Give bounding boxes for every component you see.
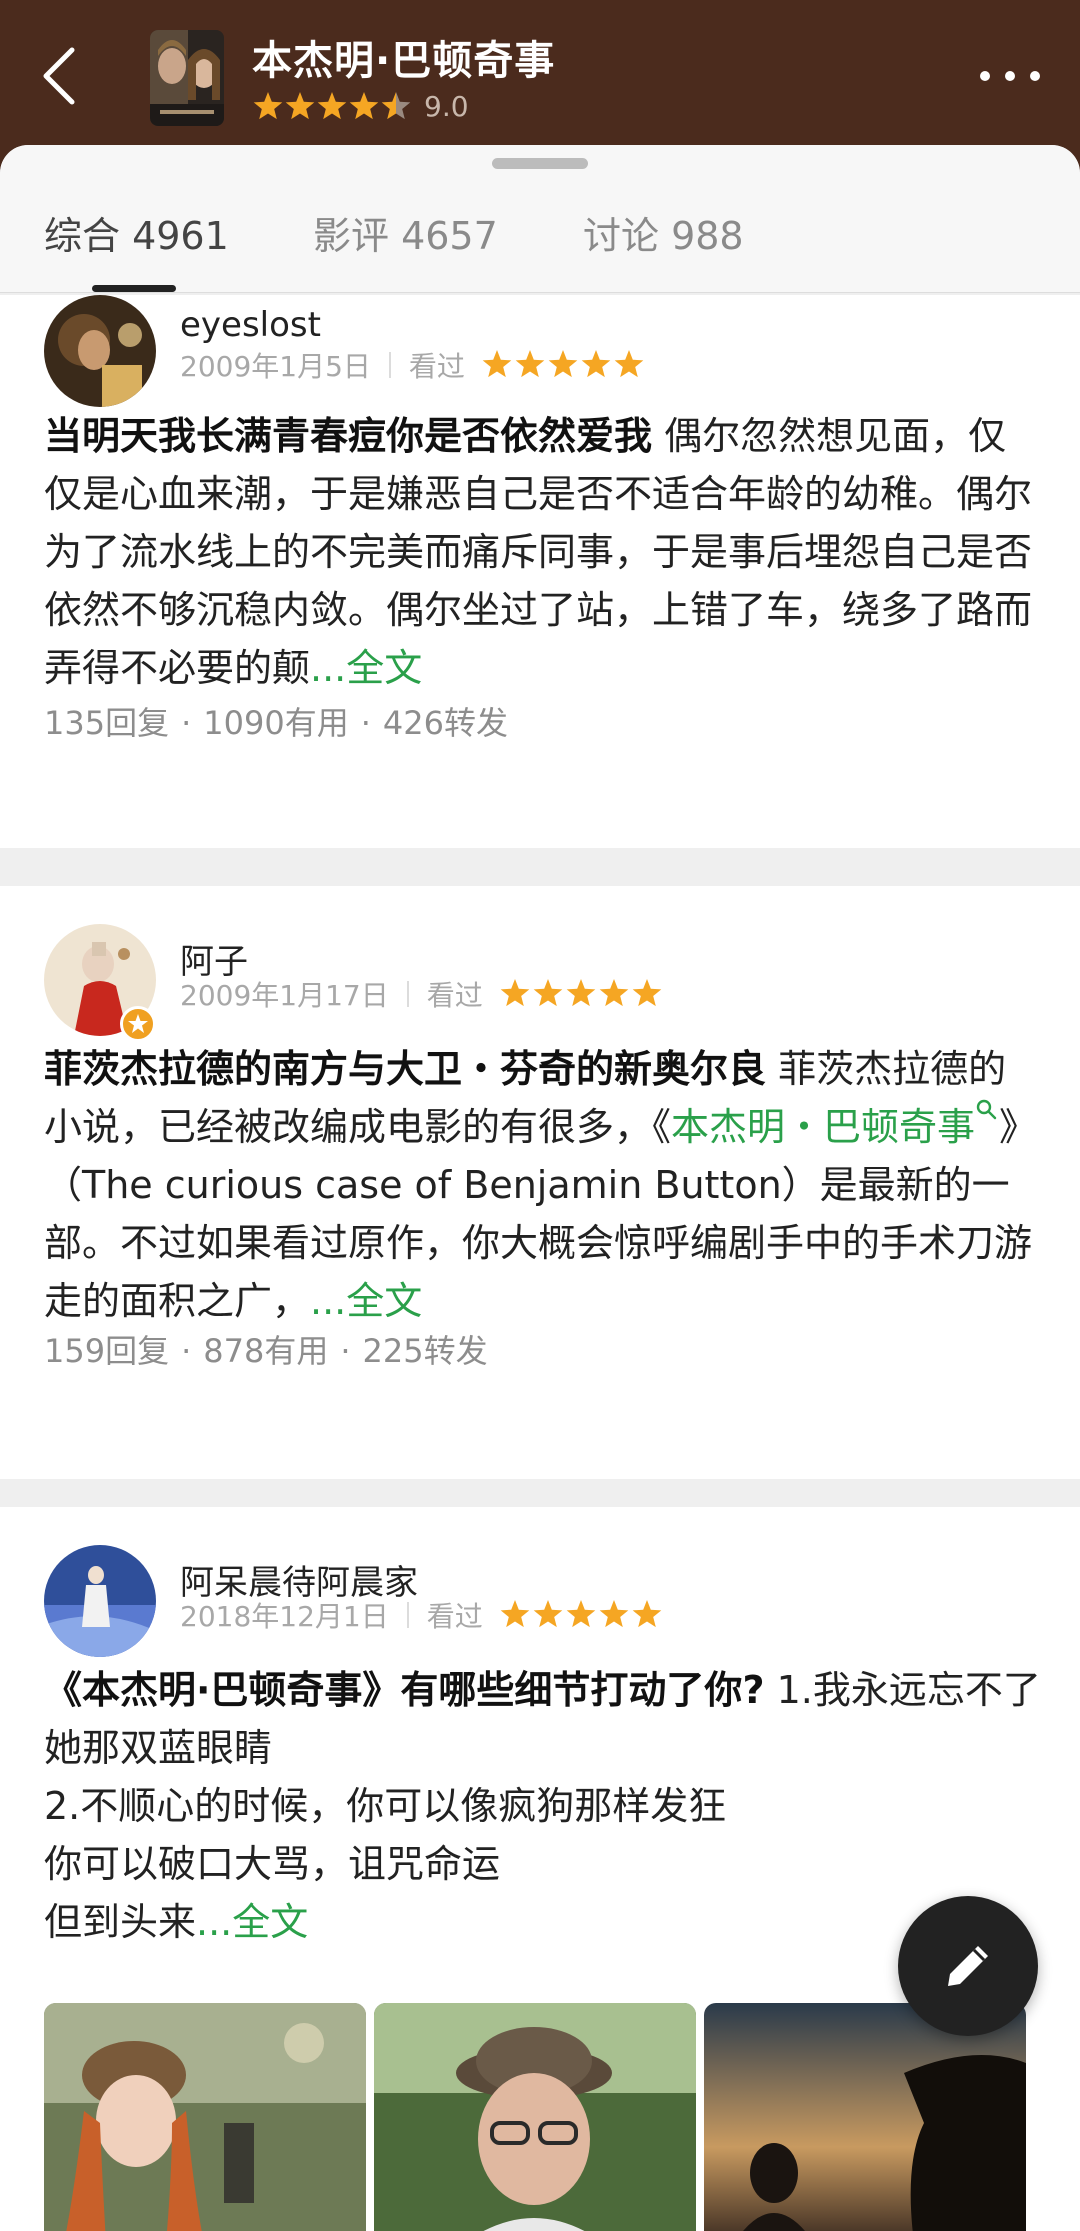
reply-count[interactable]: 135回复	[44, 704, 169, 742]
read-more-link[interactable]: ...全文	[310, 646, 422, 690]
star-icon	[614, 350, 644, 378]
star-icon	[566, 979, 596, 1007]
useful-count[interactable]: 878有用	[203, 1332, 328, 1370]
more-dot-icon	[1030, 71, 1040, 81]
review-stats: 159回复 · 878有用 · 225转发	[44, 1332, 488, 1370]
rating-stars	[253, 91, 411, 119]
review-text: 你可以破口大骂，诅咒命运	[44, 1842, 501, 1886]
review-stars	[499, 978, 667, 1010]
movie-still-image[interactable]	[374, 2003, 696, 2231]
avatar[interactable]	[44, 1545, 156, 1657]
star-icon	[632, 979, 662, 1007]
verified-badge-icon	[120, 1006, 156, 1042]
review-username[interactable]: eyeslost	[180, 305, 321, 345]
movie-still-image[interactable]	[44, 2003, 366, 2231]
useful-count[interactable]: 1090有用	[203, 704, 348, 742]
sheet-drag-handle[interactable]	[492, 158, 588, 169]
divider	[406, 1602, 409, 1628]
read-more-link[interactable]: ...全文	[310, 1279, 422, 1323]
active-tab-indicator	[92, 285, 176, 292]
more-options-button[interactable]	[980, 56, 1040, 96]
review-date: 2009年1月17日	[180, 979, 389, 1012]
review-meta: 2009年1月17日 看过	[180, 974, 667, 1014]
avatar[interactable]	[44, 295, 156, 407]
star-icon	[581, 350, 611, 378]
tab-discussions[interactable]: 讨论 988	[583, 205, 744, 260]
share-count[interactable]: 225转发	[363, 1332, 488, 1370]
read-more-link[interactable]: ...全文	[196, 1900, 308, 1944]
review-stars	[481, 349, 649, 381]
star-icon	[548, 350, 578, 378]
star-icon	[285, 91, 315, 119]
review-stats: 135回复 · 1090有用 · 426转发	[44, 704, 508, 742]
star-icon	[566, 1600, 596, 1628]
star-icon	[500, 1600, 530, 1628]
review-date: 2009年1月5日	[180, 350, 371, 383]
review-stars	[499, 1599, 667, 1631]
watch-status: 看过	[426, 1600, 483, 1633]
tab-reviews[interactable]: 影评 4657	[313, 205, 498, 260]
star-icon	[381, 91, 411, 119]
tab-all[interactable]: 综合 4961	[44, 205, 229, 260]
movie-link[interactable]: 本杰明・巴顿奇事	[671, 1099, 999, 1149]
review-excerpt[interactable]: 《本杰明·巴顿奇事》有哪些细节打动了你? 1.我永远忘不了她那双蓝眼睛 2.不顺…	[44, 1661, 1044, 1951]
write-review-button[interactable]	[898, 1896, 1038, 2036]
search-icon	[976, 1099, 997, 1120]
movie-poster[interactable]	[150, 30, 224, 126]
review-card[interactable]: 阿子 2009年1月17日 看过 菲茨杰拉德的南方与大卫・芬奇的新奥尔良 菲茨杰…	[0, 886, 1080, 1479]
review-title: 当明天我长满青春痘你是否依然爱我	[44, 414, 653, 458]
watch-status: 看过	[408, 350, 465, 383]
star-icon	[599, 979, 629, 1007]
more-dot-icon	[980, 71, 990, 81]
more-dot-icon	[1005, 71, 1015, 81]
review-title: 《本杰明·巴顿奇事》有哪些细节打动了你?	[44, 1668, 765, 1712]
rating-score: 9.0	[424, 90, 469, 123]
review-text: 但到头来	[44, 1900, 197, 1944]
star-icon	[533, 979, 563, 1007]
review-meta: 2018年12月1日 看过	[180, 1595, 667, 1635]
star-icon	[515, 350, 545, 378]
movie-rating: 9.0	[252, 90, 469, 123]
review-image-gallery	[44, 2003, 1044, 2231]
back-button[interactable]	[30, 40, 90, 112]
star-icon	[599, 1600, 629, 1628]
review-excerpt[interactable]: 当明天我长满青春痘你是否依然爱我 偶尔忽然想见面，仅仅是心血来潮，于是嫌恶自己是…	[44, 407, 1044, 697]
movie-title: 本杰明·巴顿奇事	[252, 38, 556, 84]
review-card[interactable]: eyeslost 2009年1月5日 看过 当明天我长满青春痘你是否依然爱我 偶…	[0, 295, 1080, 848]
reply-count[interactable]: 159回复	[44, 1332, 169, 1370]
pencil-icon	[948, 1946, 988, 1986]
star-icon	[632, 1600, 662, 1628]
star-icon	[500, 979, 530, 1007]
top-app-bar: 本杰明·巴顿奇事 9.0	[0, 0, 1080, 150]
review-text: 2.不顺心的时候，你可以像疯狗那样发狂	[44, 1784, 727, 1828]
movie-still-image[interactable]	[704, 2003, 1026, 2231]
review-excerpt[interactable]: 菲茨杰拉德的南方与大卫・芬奇的新奥尔良 菲茨杰拉德的小说，已经被改编成电影的有很…	[44, 1040, 1044, 1330]
review-title: 菲茨杰拉德的南方与大卫・芬奇的新奥尔良	[44, 1047, 767, 1091]
review-meta: 2009年1月5日 看过	[180, 345, 649, 385]
tab-bar: 综合 4961 影评 4657 讨论 988	[0, 145, 1080, 293]
star-icon	[317, 91, 347, 119]
divider	[406, 981, 409, 1007]
star-icon	[482, 350, 512, 378]
share-count[interactable]: 426转发	[383, 704, 508, 742]
watch-status: 看过	[426, 979, 483, 1012]
chevron-left-icon	[43, 47, 75, 105]
divider	[388, 352, 391, 378]
star-icon	[253, 91, 283, 119]
star-icon	[349, 91, 379, 119]
review-date: 2018年12月1日	[180, 1600, 389, 1633]
star-icon	[533, 1600, 563, 1628]
